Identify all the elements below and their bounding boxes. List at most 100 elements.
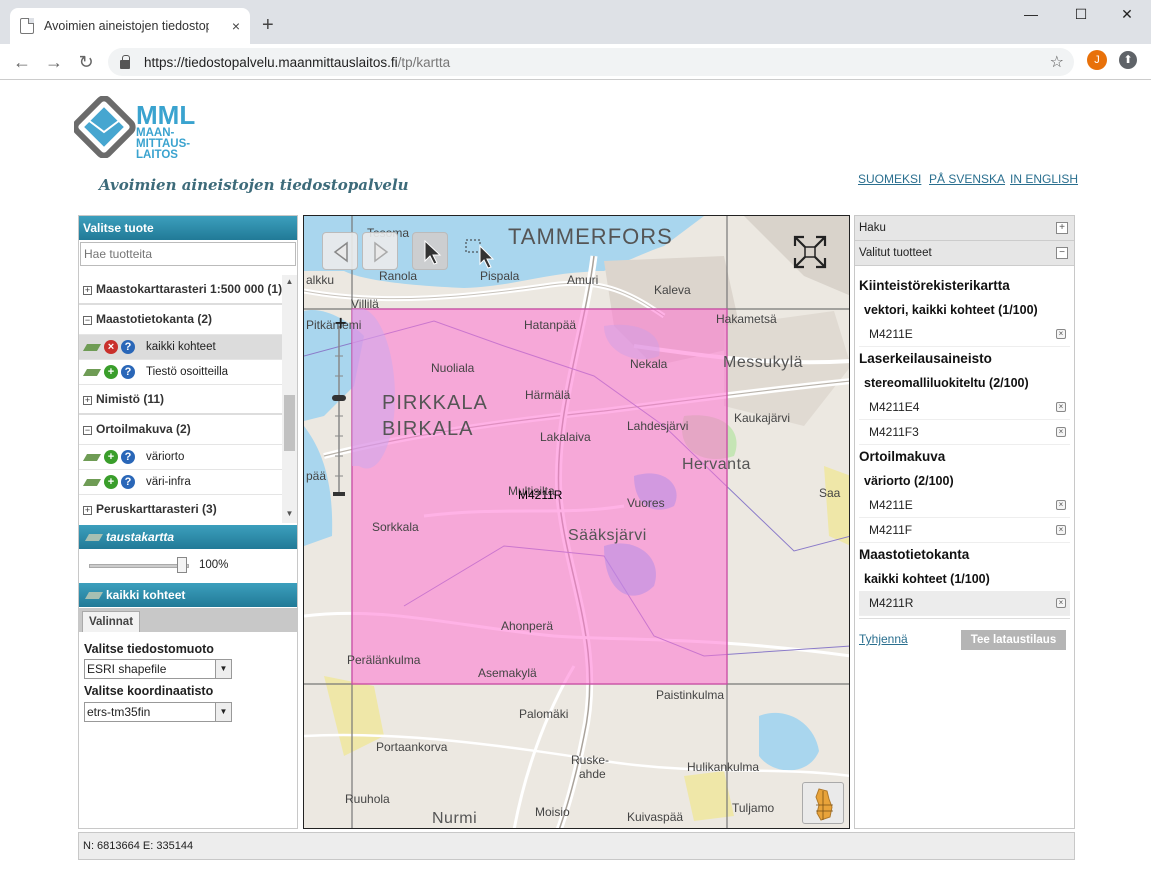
crs-select-value: etrs-tm35fin [87,705,151,719]
help-icon[interactable]: ? [121,475,135,489]
tree-item-kaikki-kohteet[interactable]: × ? kaikki kohteet [79,335,282,360]
browser-tab[interactable]: Avoimien aineistojen tiedostopalvelu × [10,8,250,44]
tree-item-tiesto-osoitteilla[interactable]: + ? Tiestö osoitteilla [79,360,282,385]
lang-english-link[interactable]: IN ENGLISH [1010,172,1078,186]
forward-icon[interactable]: → [42,50,66,74]
opacity-slider-track[interactable] [89,564,189,568]
background-map-title: taustakartta [106,530,175,544]
fullscreen-button[interactable] [792,234,828,270]
map-view[interactable]: TAMMERFORS Tesoma Ranola Pispala Amuri K… [303,215,850,829]
opacity-slider-thumb[interactable] [177,557,187,573]
help-icon[interactable]: ? [121,450,135,464]
collapse-icon[interactable]: − [1056,247,1068,259]
map-label-ahonpera: Ahonperä [501,619,554,633]
map-select-area-button[interactable] [460,232,496,270]
chevron-down-icon[interactable]: ▼ [215,703,231,721]
crs-select[interactable]: etrs-tm35fin ▼ [84,702,232,722]
selected-subcategory: stereomalliluokiteltu (2/100) [864,376,1029,390]
order-download-button[interactable]: Tee lataustilaus [961,630,1066,650]
product-code: M4211E4 [869,400,920,414]
tree-group-peruskarttarasteri[interactable]: + Peruskarttarasteri (3) [79,495,282,523]
tree-group-nimisto[interactable]: + Nimistö (11) [79,385,282,415]
selected-products-title: Valitut tuotteet [859,247,932,259]
tree-group-maastokarttarasteri[interactable]: + Maastokarttarasteri 1:500 000 (1) [79,275,282,305]
chevron-down-icon[interactable]: ▼ [215,660,231,678]
scroll-down-icon[interactable]: ▼ [282,509,297,521]
scroll-up-icon[interactable]: ▲ [282,277,297,289]
crs-label: Valitse koordinaatisto [84,684,214,698]
map-label-ranola: Ranola [379,269,418,283]
product-panel: Valitse tuote + Maastokarttarasteri 1:500… [78,215,298,829]
maximize-icon[interactable]: ☐ [1066,6,1096,26]
mml-logo[interactable]: MML MAAN- MITTAUS- LAITOS [72,95,209,161]
map-label-villila: Villilä [351,297,379,311]
map-label-kalkku: alkku [306,273,335,287]
bookmark-star-icon[interactable]: ☆ [1050,52,1064,72]
tree-scrollbar[interactable]: ▲ ▼ [282,275,297,523]
map-label-peralankulma: Perälänkulma [347,653,421,667]
help-icon[interactable]: ? [121,365,135,379]
expand-icon[interactable]: + [1056,222,1068,234]
tree-group-label: Ortoilmakuva (2) [96,422,191,436]
map-label-kaleva: Kaleva [654,283,691,297]
scroll-thumb[interactable] [284,395,295,451]
selected-subcategory: kaikki kohteet (1/100) [864,572,990,586]
map-forward-button[interactable] [362,232,398,270]
new-tab-icon[interactable]: + [262,14,274,37]
help-icon[interactable]: ? [121,340,135,354]
tree-item-label: väriorto [146,450,185,463]
profile-avatar[interactable]: J [1087,50,1107,70]
remove-icon[interactable]: × [1056,329,1066,339]
tree-group-label: Peruskarttarasteri (3) [96,502,217,516]
close-window-icon[interactable]: ✕ [1112,6,1142,26]
tab-close-icon[interactable]: × [232,18,240,34]
map-label-saa: Saa [819,486,841,500]
format-label: Valitse tiedostomuoto [84,642,214,656]
tree-group-maastotietokanta[interactable]: − Maastotietokanta (2) [79,305,282,335]
remove-icon[interactable]: × [1056,598,1066,608]
overview-map-button[interactable] [802,782,844,824]
map-pointer-button[interactable] [412,232,448,270]
back-icon[interactable]: ← [10,50,34,74]
tree-group-ortoilmakuva[interactable]: − Ortoilmakuva (2) [79,415,282,445]
selected-products-header[interactable]: Valitut tuotteet − [855,241,1074,266]
layer-icon [82,453,102,461]
layer-options-header[interactable]: kaikki kohteet [79,583,297,607]
collapse-icon[interactable]: − [83,426,92,435]
product-panel-title: Valitse tuote [79,216,297,240]
product-search-input[interactable] [80,242,296,266]
remove-icon[interactable]: × [1056,402,1066,412]
tree-item-vari-infra[interactable]: + ? väri-infra [79,470,282,495]
opacity-slider[interactable]: 100% [89,556,289,576]
remove-icon[interactable]: × [1056,427,1066,437]
product-code: M4211R [869,596,914,610]
map-label-hatanpaa: Hatanpää [524,318,577,332]
format-select[interactable]: ESRI shapefile ▼ [84,659,232,679]
minimize-icon[interactable]: — [1016,6,1046,26]
zoom-control[interactable]: + [332,313,347,501]
add-icon[interactable]: + [104,450,118,464]
search-section-header[interactable]: Haku + [855,216,1074,241]
expand-icon[interactable]: + [83,396,92,405]
expand-icon[interactable]: + [83,506,92,515]
remove-icon[interactable]: × [1056,500,1066,510]
lang-finnish-link[interactable]: SUOMEKSI [858,172,921,186]
expand-icon[interactable]: + [83,286,92,295]
reload-icon[interactable]: ↻ [74,50,98,74]
lang-swedish-link[interactable]: PÅ SVENSKA [929,172,1005,186]
clear-link[interactable]: Tyhjennä [859,632,908,646]
tree-item-label: Tiestö osoitteilla [146,365,229,378]
selected-category: Laserkeilausaineisto [859,351,992,366]
collapse-icon[interactable]: − [83,316,92,325]
add-icon[interactable]: + [104,365,118,379]
background-map-header[interactable]: taustakartta [79,525,297,549]
remove-icon[interactable]: × [1056,525,1066,535]
tree-item-label: kaikki kohteet [146,340,216,353]
tree-item-variorto[interactable]: + ? väriorto [79,445,282,470]
add-icon[interactable]: + [104,475,118,489]
map-back-button[interactable] [322,232,358,270]
remove-icon[interactable]: × [104,340,118,354]
tab-valinnat[interactable]: Valinnat [82,611,140,632]
url-input[interactable]: https://tiedostopalvelu.maanmittauslaito… [108,48,1074,76]
extension-icon[interactable]: ⬆ [1119,51,1137,69]
